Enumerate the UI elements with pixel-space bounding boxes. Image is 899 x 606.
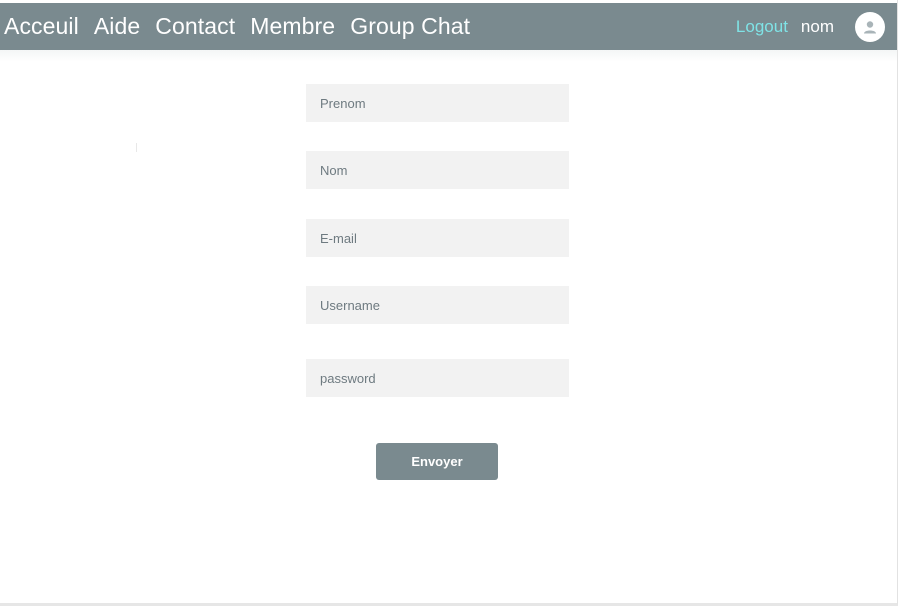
email-field[interactable] [306, 219, 569, 257]
username-field[interactable] [306, 286, 569, 324]
envoyer-button[interactable]: Envoyer [376, 443, 498, 480]
prenom-field[interactable] [306, 84, 569, 122]
registration-form: Envoyer [0, 0, 897, 600]
password-field[interactable] [306, 359, 569, 397]
nom-field[interactable] [306, 151, 569, 189]
